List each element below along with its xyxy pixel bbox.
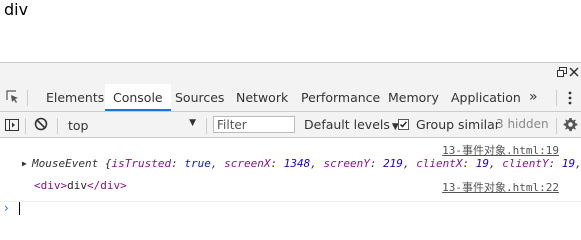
page-body-text: div — [4, 0, 29, 19]
context-value: top — [68, 118, 89, 133]
log-levels-dropdown[interactable]: Default levels ▼ — [304, 115, 399, 134]
tab-console[interactable]: Console — [105, 84, 171, 111]
text-caret — [19, 202, 20, 215]
hidden-messages-count: 3 hidden — [496, 117, 549, 131]
tab-elements[interactable]: Elements — [46, 84, 104, 111]
toolbar-divider — [556, 90, 557, 106]
clear-console-icon[interactable] — [34, 117, 48, 131]
console-output: 13-事件对象.html:19 ▶ MouseEvent {isTrusted:… — [0, 138, 581, 216]
tab-performance[interactable]: Performance — [301, 84, 380, 111]
prompt-chevron-icon: › — [4, 201, 9, 215]
log-levels-label: Default levels — [304, 117, 390, 132]
div-element-node[interactable]: <div>div</div> — [34, 179, 127, 192]
console-toolbar: top ▼ Default levels▼ Group similar 3 hi… — [0, 112, 581, 138]
console-message: 13-事件对象.html:19 ▶ MouseEvent {isTrusted:… — [0, 142, 581, 170]
toolbar-divider — [206, 118, 207, 134]
mouse-event-object[interactable]: MouseEvent {isTrusted: true, screenX: 13… — [32, 157, 581, 170]
more-tabs-button[interactable]: » — [529, 84, 538, 111]
undock-icon[interactable] — [557, 67, 567, 77]
source-link[interactable]: 13-事件对象.html:19 — [442, 142, 559, 158]
devtools-panel: Elements Console Sources Network Perform… — [0, 62, 581, 216]
tab-bar: Elements Console Sources Network Perform… — [0, 84, 581, 112]
context-selector[interactable]: top ▼ — [62, 115, 200, 134]
tab-memory[interactable]: Memory — [388, 84, 439, 111]
kebab-menu-icon[interactable] — [568, 91, 572, 105]
show-sidebar-icon[interactable] — [5, 118, 19, 131]
console-message: <div>div</div> 13-事件对象.html:22 — [0, 177, 581, 197]
toolbar-divider — [27, 90, 28, 106]
inspect-element-icon[interactable] — [6, 90, 20, 104]
settings-gear-icon[interactable] — [563, 117, 578, 132]
dock-bar — [0, 62, 581, 84]
group-similar-label: Group similar — [416, 117, 500, 132]
toolbar-divider — [25, 118, 26, 134]
dropdown-arrow-icon: ▼ — [189, 118, 196, 128]
tab-application[interactable]: Application — [451, 84, 521, 111]
group-similar-checkbox[interactable] — [398, 119, 409, 130]
close-icon[interactable] — [569, 67, 579, 77]
console-prompt[interactable]: › — [0, 201, 581, 216]
tab-sources[interactable]: Sources — [175, 84, 224, 111]
source-link[interactable]: 13-事件对象.html:22 — [442, 179, 559, 195]
toolbar-divider — [57, 118, 58, 134]
filter-input[interactable] — [213, 116, 295, 133]
expand-arrow-icon[interactable]: ▶ — [22, 159, 27, 168]
toolbar-divider — [556, 118, 557, 134]
tab-network[interactable]: Network — [236, 84, 288, 111]
